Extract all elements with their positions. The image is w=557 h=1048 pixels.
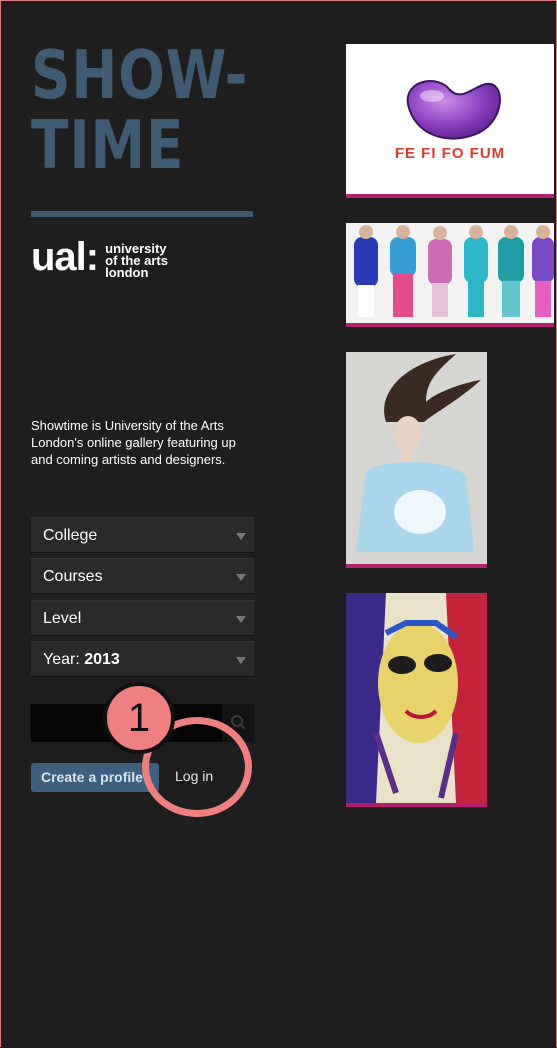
year-dropdown-value: 2013 — [84, 651, 120, 668]
level-dropdown-label: Level — [43, 610, 82, 627]
level-dropdown[interactable]: Level — [31, 600, 254, 636]
college-dropdown[interactable]: College — [31, 517, 254, 553]
year-dropdown-label: Year: — [43, 651, 80, 668]
logo-line-2: TIME — [31, 106, 185, 184]
intro-blurb: Showtime is University of the Arts Londo… — [31, 418, 236, 467]
create-profile-button[interactable]: Create a profile — [31, 763, 159, 792]
gallery-item-3[interactable] — [346, 352, 487, 568]
courses-dropdown-label: Courses — [43, 568, 103, 585]
gallery-item-1-caption: FE FI FO FUM — [394, 145, 506, 162]
ual-logo[interactable]: ual: university of the arts london — [31, 236, 168, 279]
year-dropdown[interactable]: Year: 2013 — [31, 641, 254, 677]
annotation-step-badge: 1 — [103, 682, 175, 754]
gallery-item-2[interactable] — [346, 223, 554, 327]
ual-line-3: london — [105, 265, 149, 280]
college-dropdown-label: College — [43, 527, 98, 544]
logo-underline — [31, 211, 253, 217]
chevron-down-icon — [236, 574, 246, 581]
chevron-down-icon — [236, 533, 246, 540]
chevron-down-icon — [236, 657, 246, 664]
ual-wordmark: university of the arts london — [105, 242, 168, 280]
fashion-lineup-image — [354, 225, 554, 317]
logo-line-1: SHOW- — [31, 36, 249, 114]
courses-dropdown[interactable]: Courses — [31, 558, 254, 594]
gallery-item-4[interactable] — [346, 593, 487, 807]
jelly-bean-image — [406, 80, 501, 140]
showtime-logo[interactable]: SHOW- TIME — [31, 42, 248, 179]
gallery-item-1[interactable]: FE FI FO FUM — [346, 44, 554, 198]
model-photo-image — [356, 354, 481, 552]
painted-portrait-image — [346, 593, 487, 803]
chevron-down-icon — [236, 616, 246, 623]
ual-mark: ual: — [31, 235, 99, 279]
